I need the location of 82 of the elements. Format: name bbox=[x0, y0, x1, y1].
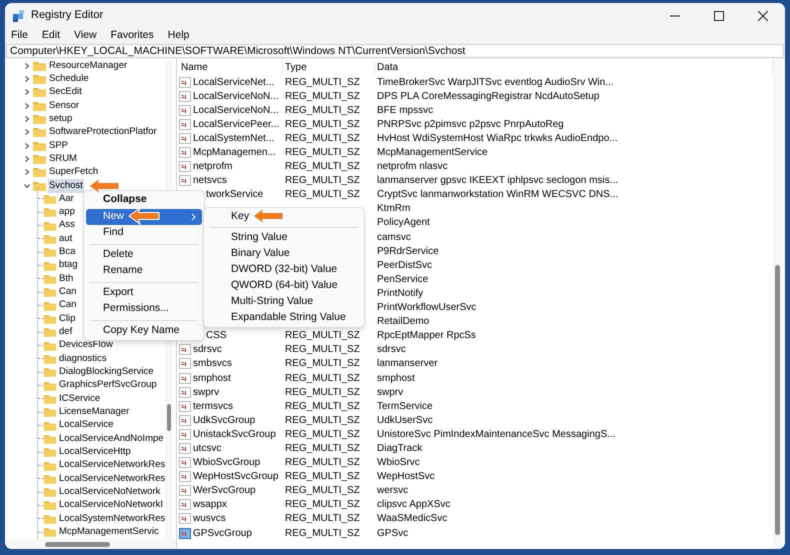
value-type: REG_MULTI_SZ bbox=[285, 457, 360, 468]
value-name: LocalServiceNoN... bbox=[193, 104, 279, 118]
value-data: TimeBrokerSvc WarpJITSvc eventlog AudioSrv Win... bbox=[377, 76, 614, 88]
value-data: CryptSvc lanmanworkstation WinRM WECSVC DNS... bbox=[377, 189, 618, 200]
value-name: tworkService bbox=[206, 188, 264, 202]
value-name: wsappx bbox=[193, 498, 227, 512]
window-title: Registry Editor bbox=[31, 8, 104, 24]
value-data: PeerDistSvc bbox=[377, 260, 432, 271]
value-type: REG_MULTI_SZ bbox=[285, 358, 360, 370]
value-name: UdkSvcGroup bbox=[193, 414, 256, 428]
value-name: smbsvcs bbox=[193, 357, 232, 372]
value-name: UnistackSvcGroup bbox=[193, 428, 276, 442]
value-type: REG_MULTI_SZ bbox=[285, 471, 360, 482]
value-data: netprofm nlasvc bbox=[377, 161, 448, 172]
value-data: swprv bbox=[377, 386, 404, 398]
value-name: termsvcs bbox=[193, 400, 233, 414]
value-type: REG_MULTI_SZ bbox=[285, 175, 360, 186]
value-data: PrintNotify bbox=[377, 288, 424, 299]
value-type: REG_MULTI_SZ bbox=[285, 104, 360, 116]
value-data: sdrsvc bbox=[377, 344, 406, 356]
value-data: WbioSrvc bbox=[377, 457, 420, 468]
value-name: smphost bbox=[193, 372, 231, 386]
value-data: lanmanserver gpsvc IKEEXT iphlpsvc seclogon msis... bbox=[377, 175, 618, 186]
value-name: LocalServicePeer... bbox=[193, 118, 280, 132]
value-name: netprofm bbox=[193, 160, 232, 174]
value-name: WerSvcGroup bbox=[193, 484, 256, 498]
value-name: WbioSvcGroup bbox=[193, 456, 260, 470]
value-data: P9RdrService bbox=[377, 246, 439, 257]
value-data: BFE mpssvc bbox=[377, 104, 434, 116]
value-data: PolicyAgent bbox=[377, 217, 430, 228]
value-type: REG_MULTI_SZ bbox=[285, 76, 360, 88]
value-type: REG_MULTI_SZ bbox=[285, 485, 360, 496]
value-data: wersvc bbox=[377, 485, 408, 496]
value-data: UnistoreSvc PimIndexMaintenanceSvc MessagingS... bbox=[377, 428, 616, 440]
value-name: LocalSystemNet... bbox=[193, 132, 274, 146]
value-name: WepHostSvcGroup bbox=[193, 470, 278, 484]
value-type: REG_MULTI_SZ bbox=[285, 330, 360, 342]
value-data: camsvc bbox=[377, 232, 411, 243]
value-name: CSS bbox=[206, 329, 227, 344]
value-type: REG_MULTI_SZ bbox=[285, 189, 360, 200]
value-type: REG_MULTI_SZ bbox=[285, 386, 360, 398]
value-data: smphost bbox=[377, 372, 415, 384]
value-data: PenService bbox=[377, 274, 428, 285]
value-name: LocalServiceNoN... bbox=[193, 90, 279, 104]
value-name: McpManagemen... bbox=[193, 146, 276, 160]
value-data: GPSvc bbox=[377, 528, 408, 539]
value-type: REG_MULTI_SZ bbox=[285, 372, 360, 384]
value-type: REG_MULTI_SZ bbox=[285, 118, 360, 130]
value-data: HvHost WdiSystemHost WiaRpc trkwks AudioEndpo... bbox=[377, 132, 618, 144]
value-name: netsvcs bbox=[193, 174, 227, 188]
value-data: lanmanserver bbox=[377, 358, 438, 370]
value-name: LocalServiceNet... bbox=[193, 76, 274, 90]
value-data: KtmRm bbox=[377, 203, 410, 214]
value-data: DPS PLA CoreMessagingRegistrar NcdAutoSetup bbox=[377, 90, 600, 102]
value-type: REG_MULTI_SZ bbox=[285, 132, 360, 144]
value-data: PNRPSvc p2pimsvc p2psvc PnrpAutoReg bbox=[377, 118, 564, 130]
value-name: sdrsvc bbox=[193, 343, 222, 358]
value-data: WaaSMedicSvc bbox=[377, 513, 448, 524]
value-data: clipsvc AppXSvc bbox=[377, 499, 450, 510]
value-data: PrintWorkflowUserSvc bbox=[377, 302, 476, 314]
value-name: swprv bbox=[193, 386, 220, 400]
value-type: REG_MULTI_SZ bbox=[285, 428, 360, 440]
value-type: REG_MULTI_SZ bbox=[285, 161, 360, 172]
value-data: WepHostSvc bbox=[377, 471, 435, 482]
value-type: REG_MULTI_SZ bbox=[285, 344, 360, 356]
value-type: REG_MULTI_SZ bbox=[285, 513, 360, 524]
value-name: GPSvcGroup bbox=[193, 526, 252, 541]
value-type: REG_MULTI_SZ bbox=[285, 414, 360, 426]
value-type: REG_MULTI_SZ bbox=[285, 147, 360, 158]
value-type: REG_MULTI_SZ bbox=[285, 442, 360, 454]
value-name: utcsvc bbox=[193, 442, 222, 456]
value-data: RpcEptMapper RpcSs bbox=[377, 330, 476, 342]
value-data: McpManagementService bbox=[377, 147, 488, 158]
value-type: REG_MULTI_SZ bbox=[285, 400, 360, 412]
value-data: RetailDemo bbox=[377, 316, 430, 328]
value-type: REG_MULTI_SZ bbox=[285, 499, 360, 510]
value-data: DiagTrack bbox=[377, 442, 422, 454]
value-type: REG_MULTI_SZ bbox=[285, 528, 360, 539]
value-data: UdkUserSvc bbox=[377, 414, 433, 426]
value-name: wusvcs bbox=[193, 512, 226, 526]
value-data: TermService bbox=[377, 400, 433, 412]
value-type: REG_MULTI_SZ bbox=[285, 90, 360, 102]
